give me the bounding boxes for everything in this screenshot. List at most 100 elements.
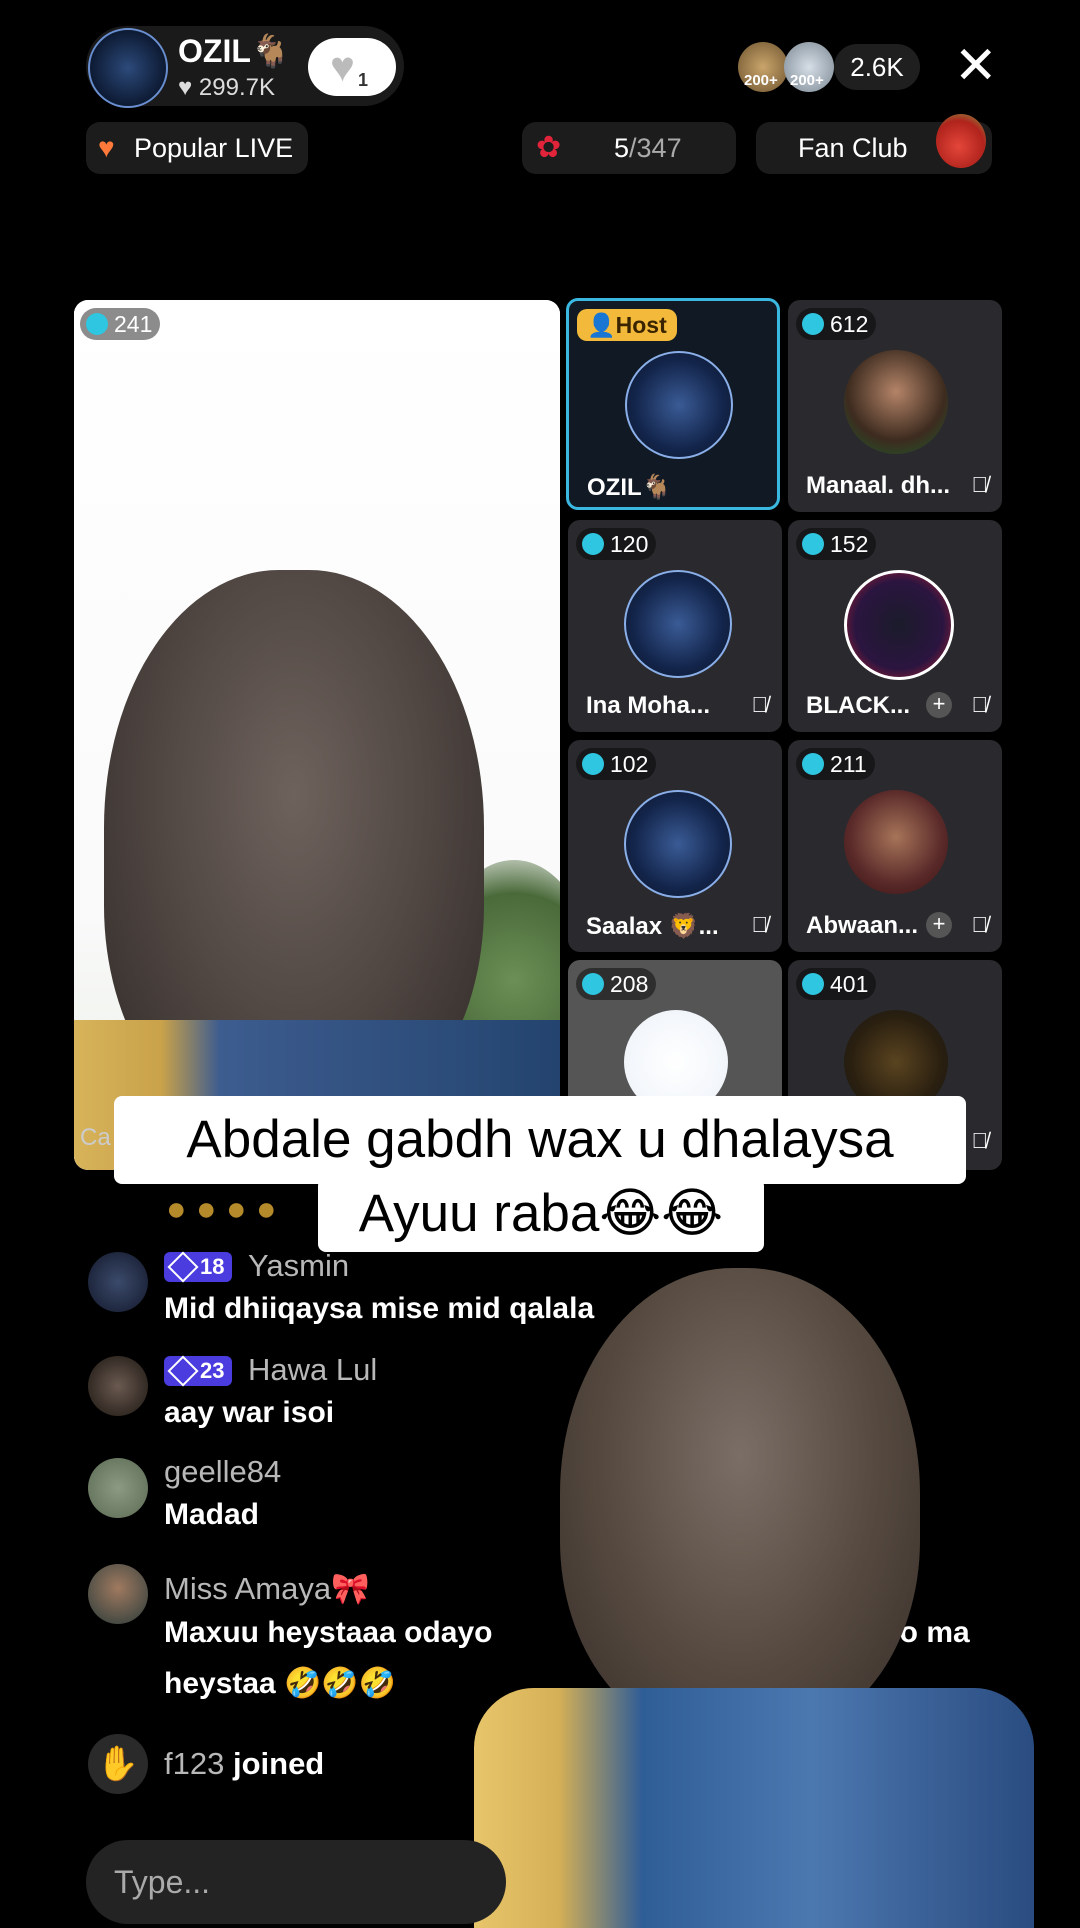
guest-name: BLACK... [806,692,910,719]
guest-count: 120 [576,528,657,560]
host-likes-value: 299.7K [198,74,275,101]
guest-count: 401 [796,968,877,1000]
viewer-count[interactable]: 2.6K [834,44,920,90]
mic-muted-icon: 🎙̸ [971,472,989,497]
like-badge: 1 [358,70,369,90]
host-tag: 👤Host [577,309,677,341]
guest-name: OZIL🐐 [587,474,672,501]
sticker-overlay-image [474,1268,1034,1928]
chat-message: Madad [164,1498,260,1531]
host-tag-label: Host [615,312,667,338]
guest-count: 152 [796,528,877,560]
host-name: OZIL🐐 [178,33,291,69]
popular-live-label: Popular LIVE [134,133,294,163]
level-value: 23 [200,1358,225,1383]
wave-icon: ✋ [88,1734,148,1794]
guest-tile-6[interactable]: 211 Abwaan... + 🎙̸ [788,740,1002,952]
mic-muted-icon: 🎙̸ [751,912,769,937]
guest-avatar [625,351,733,459]
top-gifter-1-score: 200+ [744,72,778,89]
host-avatar[interactable] [88,28,168,108]
chat-message: aay war isoi [164,1396,335,1429]
guest-avatar [844,350,948,454]
chat-avatar[interactable] [88,1356,148,1416]
guest-count: 211 [796,748,875,780]
fan-club-label: Fan Club [798,133,908,163]
main-guest-count: 241 [80,308,161,340]
rank-label: 5/347 [614,122,682,174]
main-guest-name-partial: Ca [80,1124,111,1151]
guest-tile-2[interactable]: 612 Manaal. dh... 🎙̸ [788,300,1002,512]
main-guest-video[interactable] [74,300,560,1170]
fan-club-mascot-icon [936,114,986,168]
guest-tile-4[interactable]: 152 BLACK... + 🎙̸ [788,520,1002,732]
guest-count: 102 [576,748,657,780]
guest-count: 208 [576,968,657,1000]
guest-count-value: 102 [610,751,649,777]
rank-total: /347 [629,133,682,163]
gem-icon [802,753,824,775]
rose-icon: ✿ [536,131,562,164]
guest-avatar [844,570,954,680]
caption-line-1: Abdale gabdh wax u dhalaysa [114,1096,966,1184]
gem-icon [802,973,824,995]
level-badge: 18 [164,1251,233,1283]
gem-icon [582,533,604,555]
guest-name: Ina Moha... [586,692,711,719]
guest-count-value: 120 [610,531,649,557]
rank-badge[interactable]: ✿ 5/347 [522,122,736,174]
guest-count-value: 612 [830,311,869,337]
join-action: joined [232,1746,325,1781]
comment-input[interactable]: Type... [86,1840,506,1924]
guest-count-value: 401 [830,971,869,997]
add-icon[interactable]: + [926,912,952,938]
diamond-icon [167,1355,199,1387]
chat-username[interactable]: Yasmin [248,1248,349,1284]
add-icon[interactable]: + [926,692,952,718]
mic-muted-icon: 🎙̸ [971,912,989,937]
chat-avatar[interactable] [88,1564,148,1624]
guest-avatar [844,790,948,894]
chat-username[interactable]: geelle84 [164,1454,281,1490]
guest-avatar [624,790,732,898]
mic-muted-icon: 🎙̸ [971,1128,989,1153]
heart-icon: ♥ [330,43,355,90]
popular-live-badge[interactable]: ♥ Popular LIVE [86,122,308,174]
join-username[interactable]: f123 [164,1746,224,1781]
guest-name: Manaal. dh... [806,472,951,499]
guest-name: Saalax 🦁... [586,913,719,940]
guest-tile-host[interactable]: 👤Host OZIL🐐 [566,298,780,510]
diamond-icon [167,1251,199,1283]
chat-avatar[interactable] [88,1252,148,1312]
fan-club-button[interactable]: Fan Club [756,114,992,174]
guest-tile-3[interactable]: 120 Ina Moha... 🎙̸ [568,520,782,732]
chat-message-line-2: heystaa 🤣🤣🤣 [164,1667,397,1700]
caption-line-2: Ayuu raba😂😂 [318,1178,764,1252]
guest-tile-5[interactable]: 102 Saalax 🦁... 🎙̸ [568,740,782,952]
guest-count-value: 152 [830,531,869,557]
guest-count-value: 208 [610,971,649,997]
chat-username[interactable]: Miss Amaya🎀 [164,1570,370,1607]
flame-icon: ♥ [98,132,115,163]
mic-muted-icon: 🎙̸ [971,692,989,717]
level-badge: 23 [164,1355,233,1387]
guest-count-value: 211 [830,751,867,777]
level-value: 18 [200,1254,225,1279]
host-likes: ♥ 299.7K [178,74,275,101]
rank-value: 5 [614,133,630,163]
chat-username[interactable]: Hawa Lul [248,1352,377,1388]
gem-icon [802,533,824,555]
join-event: f123 joined [164,1746,324,1782]
gem-icon [582,753,604,775]
guest-avatar [624,570,732,678]
guest-name: Abwaan... [806,912,919,939]
gem-icon [86,313,108,335]
chat-emoji-row: ● ● ● ● [166,1190,277,1228]
mic-muted-icon: 🎙̸ [751,692,769,717]
close-icon[interactable]: ✕ [954,38,998,94]
chat-avatar[interactable] [88,1458,148,1518]
chat-message: Maxuu heystaaa odayo [164,1616,493,1649]
sticker-body [474,1688,1034,1928]
main-guest-count-value: 241 [114,311,153,337]
guest-count: 612 [796,308,877,340]
